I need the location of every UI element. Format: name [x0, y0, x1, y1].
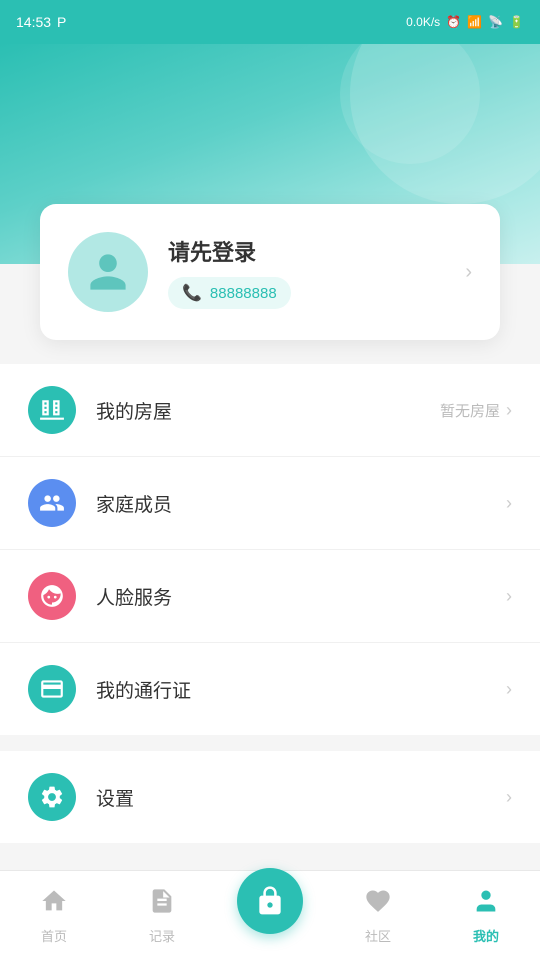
menu-item-family[interactable]: 家庭成员 ›	[0, 457, 540, 550]
avatar-icon	[86, 250, 130, 294]
family-arrow: ›	[506, 493, 512, 514]
network-speed: 0.0K/s	[406, 15, 440, 29]
pass-right: ›	[506, 679, 512, 700]
my-house-right: 暂无房屋 ›	[440, 400, 512, 421]
pass-icon-wrap	[28, 665, 76, 713]
avatar	[68, 232, 148, 312]
bottom-nav: 首页 记录 社区 我的	[0, 870, 540, 960]
pass-icon	[39, 676, 65, 702]
menu-item-settings[interactable]: 设置 ›	[0, 751, 540, 843]
signal-icon: 📶	[467, 15, 482, 29]
status-right: 0.0K/s ⏰ 📶 📡 🔋	[406, 15, 524, 29]
family-label: 家庭成员	[96, 490, 506, 517]
my-house-icon-wrap	[28, 386, 76, 434]
profile-arrow: ›	[465, 261, 472, 284]
wifi-icon: 📡	[488, 15, 503, 29]
mine-icon	[472, 887, 500, 922]
records-label: 记录	[149, 926, 175, 945]
settings-arrow: ›	[506, 787, 512, 808]
family-right: ›	[506, 493, 512, 514]
community-icon	[364, 887, 392, 922]
lock-icon	[254, 885, 286, 917]
home-label: 首页	[41, 926, 67, 945]
status-left: 14:53 P	[16, 14, 66, 30]
nav-item-lock[interactable]	[216, 868, 324, 944]
family-icon-wrap	[28, 479, 76, 527]
carrier-icon: P	[57, 14, 66, 30]
profile-info: 请先登录 📞 88888888	[168, 235, 445, 309]
family-icon	[39, 490, 65, 516]
my-house-label: 我的房屋	[96, 397, 440, 424]
menu-item-face[interactable]: 人脸服务 ›	[0, 550, 540, 643]
settings-section: 设置 ›	[0, 751, 540, 843]
mine-label: 我的	[473, 926, 499, 945]
menu-item-my-house[interactable]: 我的房屋 暂无房屋 ›	[0, 364, 540, 457]
gear-icon	[39, 784, 65, 810]
menu-item-pass[interactable]: 我的通行证 ›	[0, 643, 540, 735]
status-bar: 14:53 P 0.0K/s ⏰ 📶 📡 🔋	[0, 0, 540, 44]
nav-item-community[interactable]: 社区	[324, 887, 432, 945]
building-icon	[39, 397, 65, 423]
profile-phone: 📞 88888888	[168, 277, 291, 309]
records-icon	[148, 887, 176, 922]
pass-arrow: ›	[506, 679, 512, 700]
face-arrow: ›	[506, 586, 512, 607]
my-house-status: 暂无房屋	[440, 400, 500, 421]
nav-item-mine[interactable]: 我的	[432, 887, 540, 945]
login-prompt: 请先登录	[168, 235, 445, 267]
status-time: 14:53	[16, 14, 51, 30]
my-house-arrow: ›	[506, 400, 512, 421]
alarm-icon: ⏰	[446, 15, 461, 29]
face-right: ›	[506, 586, 512, 607]
community-label: 社区	[365, 926, 391, 945]
battery-icon: 🔋	[509, 15, 524, 29]
face-icon	[39, 583, 65, 609]
phone-number: 88888888	[210, 285, 277, 302]
home-icon	[40, 887, 68, 922]
face-label: 人脸服务	[96, 583, 506, 610]
settings-icon-wrap	[28, 773, 76, 821]
profile-card[interactable]: 请先登录 📞 88888888 ›	[40, 204, 500, 340]
nav-item-records[interactable]: 记录	[108, 887, 216, 945]
face-icon-wrap	[28, 572, 76, 620]
settings-label: 设置	[96, 784, 506, 811]
pass-label: 我的通行证	[96, 676, 506, 703]
lock-button[interactable]	[237, 868, 303, 934]
nav-item-home[interactable]: 首页	[0, 887, 108, 945]
settings-right: ›	[506, 787, 512, 808]
menu-section: 我的房屋 暂无房屋 › 家庭成员 › 人脸服务 ›	[0, 364, 540, 735]
phone-icon: 📞	[182, 283, 202, 303]
